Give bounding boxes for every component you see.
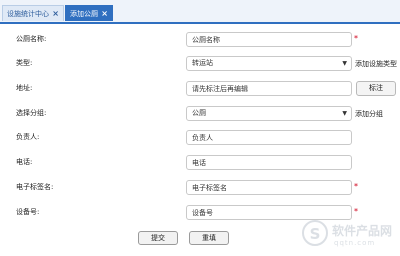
owner-input[interactable] bbox=[186, 130, 352, 145]
phone-input[interactable] bbox=[186, 155, 352, 170]
watermark-text: 软件产品网 bbox=[332, 224, 393, 238]
required-mark: * bbox=[354, 182, 358, 191]
type-select-value: 转运站 bbox=[192, 59, 213, 67]
group-select-value: 公厕 bbox=[192, 109, 206, 117]
required-mark: * bbox=[354, 207, 358, 216]
group-label: 选择分组: bbox=[16, 109, 47, 117]
watermark-logo: S bbox=[302, 220, 328, 246]
address-label: 地址: bbox=[16, 84, 33, 92]
mark-location-button[interactable]: 标注 bbox=[356, 81, 396, 96]
reset-button[interactable]: 重填 bbox=[189, 231, 229, 245]
etag-input[interactable] bbox=[186, 180, 352, 195]
close-icon[interactable]: × bbox=[52, 6, 59, 22]
tab-facility-stats[interactable]: 设施统计中心 × bbox=[2, 5, 64, 21]
required-mark: * bbox=[354, 34, 358, 43]
owner-label: 负责人: bbox=[16, 133, 40, 141]
watermark: S 软件产品网 qqtn.com bbox=[302, 218, 398, 254]
tab-add-toilet[interactable]: 添加公厕 × bbox=[65, 5, 113, 21]
tab-label: 添加公厕 bbox=[70, 10, 98, 18]
close-icon[interactable]: × bbox=[101, 6, 108, 22]
watermark-url: qqtn.com bbox=[334, 239, 376, 247]
name-input[interactable] bbox=[186, 32, 352, 47]
tab-bar: 设施统计中心 × 添加公厕 × bbox=[0, 0, 400, 24]
type-select[interactable]: 转运站 ▼ bbox=[186, 56, 352, 71]
phone-label: 电话: bbox=[16, 158, 33, 166]
etag-label: 电子标签名: bbox=[16, 183, 54, 191]
add-facility-type-link[interactable]: 添加设施类型 bbox=[355, 59, 397, 69]
chevron-down-icon: ▼ bbox=[342, 110, 347, 117]
device-label: 设备号: bbox=[16, 208, 40, 216]
group-select[interactable]: 公厕 ▼ bbox=[186, 106, 352, 121]
submit-button[interactable]: 提交 bbox=[138, 231, 178, 245]
tab-label: 设施统计中心 bbox=[7, 10, 49, 18]
add-group-link[interactable]: 添加分组 bbox=[355, 109, 383, 119]
type-label: 类型: bbox=[16, 59, 33, 67]
name-label: 公厕名称: bbox=[16, 35, 47, 43]
chevron-down-icon: ▼ bbox=[342, 60, 347, 67]
address-input[interactable] bbox=[186, 81, 352, 96]
